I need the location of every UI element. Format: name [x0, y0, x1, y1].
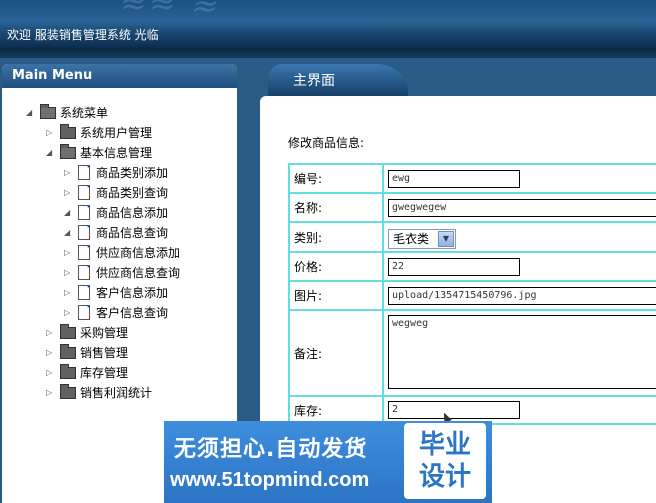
form-row-category: 类别: 毛衣类 ▼: [290, 223, 656, 253]
menu-tree-label: 供应商信息查询: [96, 266, 181, 280]
collapsed-triangle-icon[interactable]: ▷: [46, 388, 54, 398]
menu-tree-item[interactable]: ▷ 销售利润统计: [46, 384, 237, 402]
expanded-triangle-icon[interactable]: ◢: [64, 228, 72, 238]
image-label: 图片:: [290, 282, 384, 309]
menu-tree-item[interactable]: ▷ 系统用户管理: [46, 124, 237, 142]
folder-icon: [60, 124, 76, 139]
category-selected-value: 毛衣类: [393, 232, 430, 246]
expanded-triangle-icon[interactable]: ◢: [64, 208, 72, 218]
image-input[interactable]: upload/1354715450796.jpg: [388, 287, 656, 305]
menu-tree-item[interactable]: ▷ 库存管理: [46, 364, 237, 382]
folder-icon: [60, 384, 76, 399]
menu-tree-label: 系统用户管理: [80, 126, 153, 140]
collapsed-triangle-icon[interactable]: ▷: [64, 308, 72, 318]
watermark-url: www.51topmind.com: [170, 469, 370, 491]
collapsed-triangle-icon[interactable]: ▷: [46, 128, 54, 138]
document-icon: [78, 265, 90, 280]
document-icon: [78, 225, 90, 240]
menu-tree-item[interactable]: ▷ 客户信息添加: [64, 284, 237, 302]
category-select[interactable]: 毛衣类 ▼: [388, 229, 456, 249]
folder-icon: [60, 364, 76, 379]
watermark-badge: 毕业 设计: [404, 423, 486, 499]
watermark-banner: 无须担心.自动发货 www.51topmind.com 毕业 设计: [164, 421, 492, 503]
document-icon: [78, 165, 90, 180]
menu-tree-item[interactable]: ▷ 销售管理: [46, 344, 237, 362]
menu-tree-label: 客户信息查询: [96, 306, 169, 320]
document-icon: [78, 305, 90, 320]
menu-tree-item[interactable]: ▷ 供应商信息查询: [64, 264, 237, 282]
header-logo-graphic: ≈≈ ≋: [120, 0, 219, 22]
watermark-badge-line1: 毕业: [418, 430, 471, 460]
folder-icon: [60, 144, 76, 159]
remark-label: 备注:: [290, 311, 384, 395]
document-icon: [78, 285, 90, 300]
menu-tree-item[interactable]: ◢ 系统菜单: [26, 104, 237, 122]
menu-tree-item[interactable]: ▷ 商品类别添加: [64, 164, 237, 182]
menu-tree-item[interactable]: ▷ 供应商信息添加: [64, 244, 237, 262]
menu-tree-label: 基本信息管理: [80, 146, 153, 160]
menu-tree-label: 库存管理: [80, 366, 129, 380]
folder-icon: [60, 344, 76, 359]
menu-tree-label: 商品信息添加: [96, 206, 169, 220]
chevron-down-icon[interactable]: ▼: [438, 231, 454, 247]
menu-tree-item[interactable]: ◢ 商品信息添加: [64, 204, 237, 222]
collapsed-triangle-icon[interactable]: ▷: [46, 348, 54, 358]
stock-input[interactable]: 2: [388, 401, 520, 419]
welcome-text: 欢迎 服装销售管理系统 光临: [7, 28, 159, 42]
collapsed-triangle-icon[interactable]: ▷: [64, 188, 72, 198]
code-input[interactable]: ewg: [388, 170, 520, 188]
header-divider: [0, 48, 656, 58]
menu-tree-item[interactable]: ◢ 基本信息管理: [46, 144, 237, 162]
collapsed-triangle-icon[interactable]: ▷: [64, 268, 72, 278]
top-header: ≈≈ ≋ 欢迎 服装销售管理系统 光临: [0, 0, 656, 48]
edit-product-form: 编号: ewg 名称: gwegwegew 类别: 毛衣类 ▼ 价格: 22 图…: [288, 163, 656, 425]
collapsed-triangle-icon[interactable]: ▷: [46, 328, 54, 338]
menu-tree-label: 供应商信息添加: [96, 246, 181, 260]
main-menu-title: Main Menu: [2, 64, 237, 88]
remark-textarea[interactable]: wegweg: [388, 315, 656, 389]
form-row-remark: 备注: wegweg: [290, 311, 656, 397]
form-row-name: 名称: gwegwegew: [290, 194, 656, 223]
price-input[interactable]: 22: [388, 258, 520, 276]
expanded-triangle-icon[interactable]: ◢: [26, 108, 34, 118]
menu-tree-item[interactable]: ▷ 客户信息查询: [64, 304, 237, 322]
form-row-price: 价格: 22: [290, 253, 656, 282]
form-title: 修改商品信息:: [288, 136, 365, 150]
menu-tree-label: 客户信息添加: [96, 286, 169, 300]
menu-tree-label: 系统菜单: [60, 106, 109, 120]
price-label: 价格:: [290, 253, 384, 280]
document-icon: [78, 205, 90, 220]
menu-tree-item[interactable]: ◢ 商品信息查询: [64, 224, 237, 242]
menu-tree-label: 采购管理: [80, 326, 129, 340]
document-icon: [78, 245, 90, 260]
expanded-triangle-icon[interactable]: ◢: [46, 148, 54, 158]
menu-tree-label: 销售利润统计: [80, 386, 153, 400]
name-input[interactable]: gwegwegew: [388, 199, 656, 217]
menu-tree-item[interactable]: ▷ 商品类别查询: [64, 184, 237, 202]
form-row-image: 图片: upload/1354715450796.jpg: [290, 282, 656, 311]
menu-tree-label: 商品类别添加: [96, 166, 169, 180]
name-label: 名称:: [290, 194, 384, 221]
watermark-badge-line2: 设计: [418, 462, 471, 492]
folder-icon: [40, 104, 56, 119]
menu-tree-label: 商品信息查询: [96, 226, 169, 240]
tab-main[interactable]: 主界面: [268, 64, 408, 96]
code-label: 编号:: [290, 165, 384, 192]
folder-icon: [60, 324, 76, 339]
stock-label: 库存:: [290, 397, 384, 423]
collapsed-triangle-icon[interactable]: ▷: [64, 248, 72, 258]
collapsed-triangle-icon[interactable]: ▷: [64, 168, 72, 178]
menu-tree-label: 销售管理: [80, 346, 129, 360]
menu-tree-label: 商品类别查询: [96, 186, 169, 200]
watermark-slogan: 无须担心.自动发货: [174, 437, 368, 462]
collapsed-triangle-icon[interactable]: ▷: [64, 288, 72, 298]
form-row-code: 编号: ewg: [290, 165, 656, 194]
document-icon: [78, 185, 90, 200]
menu-tree-item[interactable]: ▷ 采购管理: [46, 324, 237, 342]
collapsed-triangle-icon[interactable]: ▷: [46, 368, 54, 378]
category-label: 类别:: [290, 223, 384, 251]
